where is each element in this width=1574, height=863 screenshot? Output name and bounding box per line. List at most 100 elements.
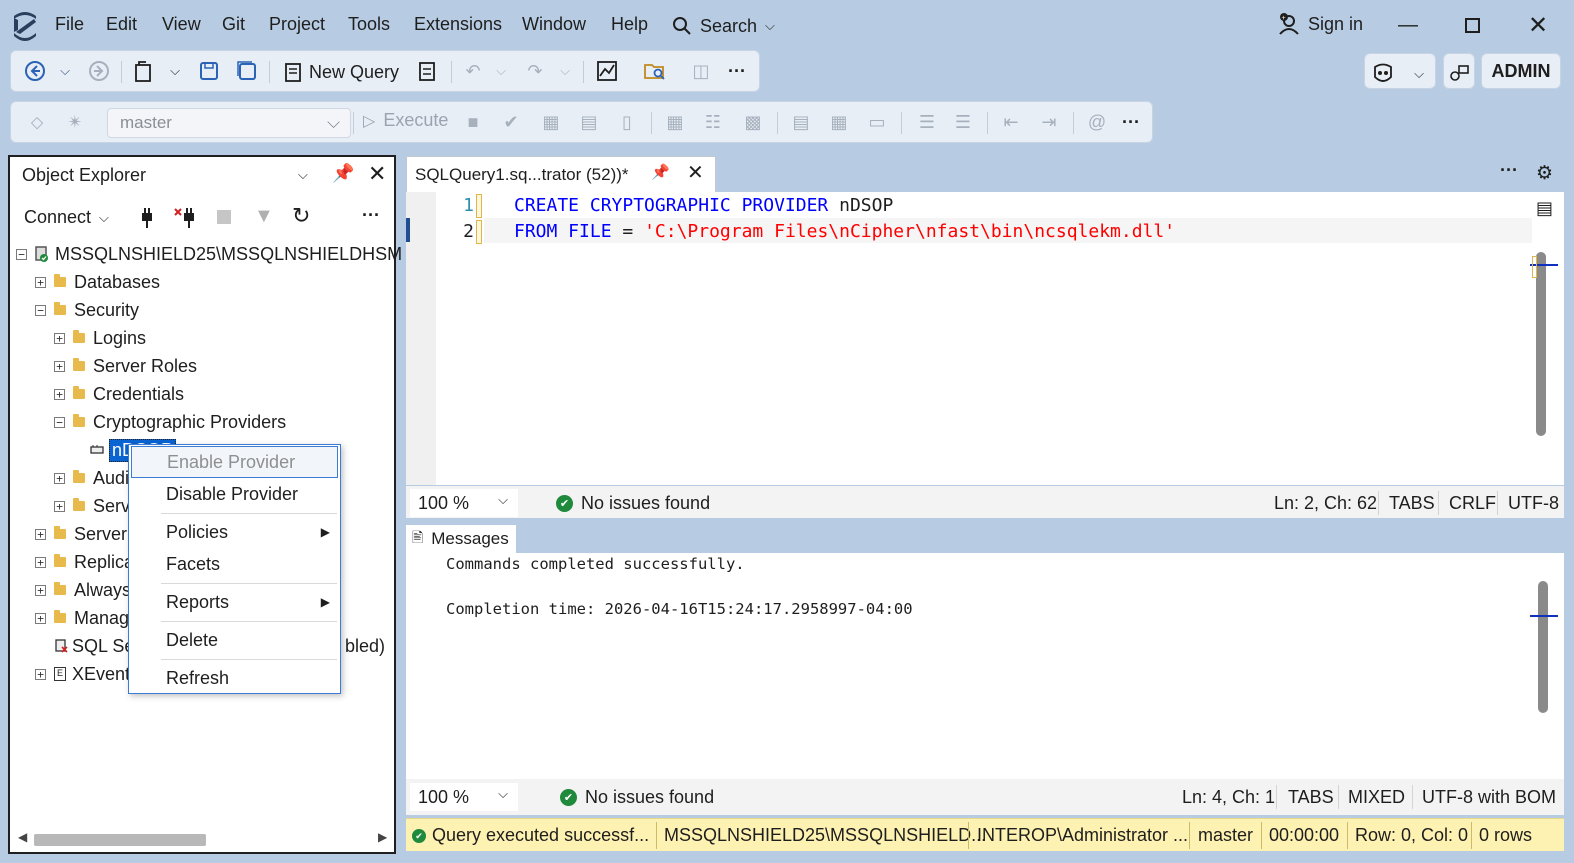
- parse-check-icon[interactable]: ✔: [499, 110, 523, 134]
- expand-icon[interactable]: +: [54, 472, 65, 484]
- results-to-text-icon[interactable]: ▤: [789, 110, 813, 134]
- file-encoding[interactable]: UTF-8: [1508, 493, 1559, 514]
- new-project-chevron-icon[interactable]: ⌵: [163, 59, 187, 83]
- execute-button[interactable]: ▷ Execute: [363, 110, 448, 131]
- registered-servers-icon[interactable]: ◫: [689, 59, 713, 83]
- client-statistics-icon[interactable]: ▩: [741, 110, 765, 134]
- save-icon[interactable]: [197, 59, 221, 83]
- query-editor[interactable]: 1 2 CREATE CRYPTOGRAPHIC PROVIDER nDSOP …: [406, 192, 1564, 485]
- menu-item-enable-provider[interactable]: Enable Provider: [131, 446, 338, 478]
- change-connection-icon[interactable]: ✴: [63, 110, 87, 134]
- menu-item-facets[interactable]: Facets: [131, 548, 338, 580]
- tree-node-logins[interactable]: + Logins: [54, 325, 146, 351]
- panel-options-chevron-icon[interactable]: ⌵: [298, 167, 308, 183]
- expand-icon[interactable]: +: [35, 556, 46, 568]
- menu-item-disable-provider[interactable]: Disable Provider: [131, 478, 338, 510]
- close-window-button[interactable]: ✕: [1518, 8, 1558, 42]
- tree-node-server-roles[interactable]: + Server Roles: [54, 353, 197, 379]
- results-to-file-icon[interactable]: ▭: [865, 110, 889, 134]
- collapse-icon[interactable]: −: [54, 416, 65, 428]
- horizontal-scrollbar[interactable]: ◀ ▶: [14, 830, 390, 848]
- search-button[interactable]: Search ⌵: [672, 12, 775, 40]
- intellisense-icon[interactable]: ▯: [615, 110, 639, 134]
- menu-item-refresh[interactable]: Refresh: [131, 662, 338, 694]
- tab-overflow-icon[interactable]: ···: [1500, 160, 1518, 181]
- expand-icon[interactable]: +: [35, 528, 46, 540]
- expand-icon[interactable]: +: [54, 360, 65, 372]
- menu-extensions[interactable]: Extensions: [414, 14, 502, 35]
- scrollbar-thumb[interactable]: [1536, 252, 1546, 436]
- comment-lines-icon[interactable]: ☰: [915, 110, 939, 134]
- menu-item-delete[interactable]: Delete: [131, 624, 338, 656]
- connect-icon[interactable]: ⬦: [25, 110, 49, 134]
- refresh-icon[interactable]: ↻: [292, 203, 310, 229]
- tree-node-databases[interactable]: + Databases: [35, 269, 160, 295]
- scroll-right-icon[interactable]: ▶: [378, 830, 387, 844]
- new-query-with-connection-icon[interactable]: [415, 59, 439, 83]
- close-tab-icon[interactable]: ✕: [687, 160, 704, 185]
- query-options-icon[interactable]: ▤: [577, 110, 601, 134]
- menu-item-reports[interactable]: Reports ▶: [131, 586, 338, 618]
- display-estimated-plan-icon[interactable]: ▦: [539, 110, 563, 134]
- expand-icon[interactable]: +: [35, 612, 46, 624]
- database-select[interactable]: master ⌵: [107, 108, 351, 138]
- tree-node-credentials[interactable]: + Credentials: [54, 381, 184, 407]
- scroll-left-icon[interactable]: ◀: [18, 830, 27, 844]
- include-actual-plan-icon[interactable]: ▦: [663, 110, 687, 134]
- cursor-position[interactable]: Ln: 4, Ch: 1: [1182, 787, 1275, 808]
- close-panel-icon[interactable]: ✕: [368, 161, 386, 187]
- connect-object-explorer-icon[interactable]: [138, 207, 156, 234]
- expand-icon[interactable]: +: [54, 500, 65, 512]
- menu-project[interactable]: Project: [269, 14, 325, 35]
- results-to-grid-icon[interactable]: ▦: [827, 110, 851, 134]
- maximize-button[interactable]: [1452, 8, 1492, 42]
- live-query-stats-icon[interactable]: ☷: [701, 110, 725, 134]
- stop-icon[interactable]: ■: [461, 110, 485, 134]
- tree-node-always-on[interactable]: + Always: [35, 577, 131, 603]
- tree-node-replication[interactable]: + Replica: [35, 549, 134, 575]
- connect-dropdown-button[interactable]: Connect ⌵: [24, 207, 109, 228]
- collapse-icon[interactable]: −: [35, 304, 46, 316]
- expand-icon[interactable]: +: [35, 276, 46, 288]
- scrollbar-thumb[interactable]: [34, 834, 206, 846]
- uncomment-lines-icon[interactable]: ☰: [951, 110, 975, 134]
- minimize-button[interactable]: —: [1388, 8, 1428, 42]
- menu-git[interactable]: Git: [222, 14, 245, 35]
- tree-node-server-objects[interactable]: + Server (: [35, 521, 138, 547]
- tree-node-xevent-profiler[interactable]: + E XEvent: [35, 661, 130, 687]
- open-file-search-icon[interactable]: [643, 59, 667, 83]
- tree-node-security[interactable]: − Security: [35, 297, 139, 323]
- issues-indicator[interactable]: ✔ No issues found: [560, 787, 714, 808]
- issues-indicator[interactable]: ✔ No issues found: [556, 493, 710, 514]
- menu-edit[interactable]: Edit: [106, 14, 137, 35]
- menu-file[interactable]: File: [55, 14, 84, 35]
- more-options-icon[interactable]: ···: [362, 205, 380, 226]
- save-all-icon[interactable]: [235, 59, 259, 83]
- messages-pane[interactable]: Commands completed successfully. Complet…: [406, 553, 1564, 779]
- copilot-chevron-icon[interactable]: ⌵: [1407, 62, 1431, 86]
- new-query-button[interactable]: New Query: [283, 59, 399, 85]
- undo-chevron-icon[interactable]: ⌵: [489, 59, 513, 83]
- specify-template-values-icon[interactable]: @: [1085, 110, 1109, 134]
- new-project-icon[interactable]: [131, 59, 155, 83]
- menu-item-policies[interactable]: Policies ▶: [131, 516, 338, 548]
- line-endings[interactable]: MIXED: [1348, 787, 1405, 808]
- expand-icon[interactable]: +: [54, 388, 65, 400]
- back-dropdown-chevron-icon[interactable]: ⌵: [53, 59, 77, 83]
- file-encoding[interactable]: UTF-8 with BOM: [1422, 787, 1556, 808]
- undo-icon[interactable]: ↶: [461, 59, 485, 83]
- menu-tools[interactable]: Tools: [348, 14, 390, 35]
- feedback-icon[interactable]: [1447, 62, 1471, 86]
- decrease-indent-icon[interactable]: ⇤: [999, 110, 1023, 134]
- indent-mode[interactable]: TABS: [1288, 787, 1334, 808]
- line-endings[interactable]: CRLF: [1449, 493, 1496, 514]
- settings-gear-icon[interactable]: ⚙: [1536, 162, 1553, 185]
- increase-indent-icon[interactable]: ⇥: [1037, 110, 1061, 134]
- tree-node-management[interactable]: + Manage: [35, 605, 139, 631]
- messages-tab[interactable]: 🖹 Messages: [406, 525, 516, 553]
- expand-icon[interactable]: +: [35, 668, 46, 680]
- indent-mode[interactable]: TABS: [1389, 493, 1435, 514]
- editor-vertical-scrollbar[interactable]: [1530, 252, 1558, 442]
- tree-node-server[interactable]: − MSSQLNSHIELD25\MSSQLNSHIELDHSM (S: [16, 241, 425, 267]
- sign-in-button[interactable]: + Sign in: [1278, 12, 1363, 36]
